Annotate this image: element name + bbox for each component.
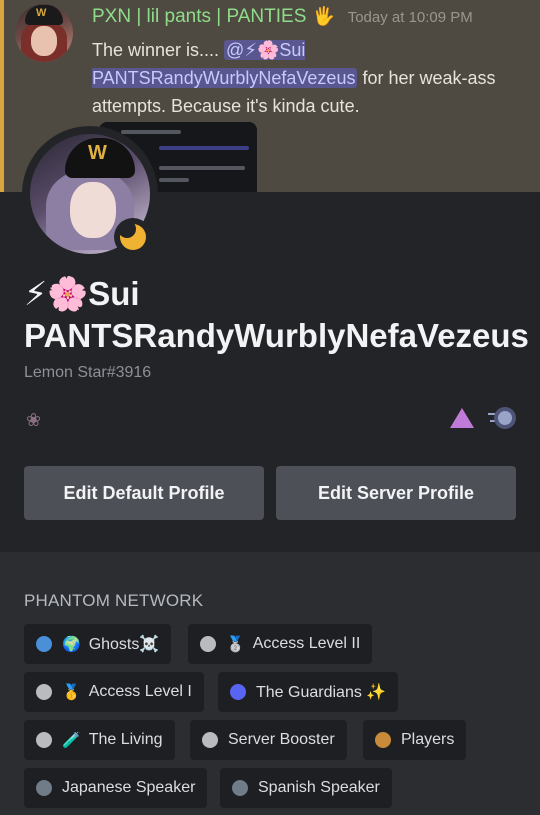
orb xyxy=(494,407,516,429)
role-pill[interactable]: Server Booster xyxy=(190,720,347,760)
cap-logo-icon: W xyxy=(88,142,107,164)
role-color-dot xyxy=(200,636,216,652)
edit-default-profile-button[interactable]: Edit Default Profile xyxy=(24,466,264,520)
idle-status-moon-icon xyxy=(114,218,152,256)
message-content: The winner is.... @⚡🌸Sui PANTSRandyWurbl… xyxy=(92,36,537,120)
role-pill[interactable]: Japanese Speaker xyxy=(24,768,208,808)
role-pill[interactable]: 🥇 Access Level I xyxy=(24,672,204,712)
role-name: Server Booster xyxy=(228,731,335,748)
role-name: The Living xyxy=(88,731,163,748)
role-pill[interactable]: 🌍 Ghosts☠️ xyxy=(24,624,172,664)
wave-hand-icon: 🖐 xyxy=(312,6,336,26)
edit-server-profile-button[interactable]: Edit Server Profile xyxy=(276,466,516,520)
message-timestamp: Today at 10:09 PM xyxy=(347,9,473,26)
preview-line xyxy=(121,130,181,134)
discord-profile-screenshot: W PXN | lil pants | PANTIES 🖐 Today at 1… xyxy=(0,0,540,815)
role-color-dot xyxy=(36,636,52,652)
message-author-avatar[interactable]: W xyxy=(15,4,73,62)
role-pill[interactable]: The Guardians ✨ xyxy=(218,672,399,712)
profile-avatar[interactable]: W xyxy=(22,126,158,262)
role-color-dot xyxy=(232,780,248,796)
preview-line xyxy=(159,178,189,182)
test-tube-icon: 🧪 xyxy=(62,732,81,749)
role-pill[interactable]: 🧪 The Living xyxy=(24,720,175,760)
role-name: The Guardians ✨ xyxy=(256,684,387,701)
silver-medal-icon: 🥈 xyxy=(226,636,245,653)
role-pill[interactable]: Players xyxy=(363,720,467,760)
avatar-face xyxy=(70,182,116,238)
moon-cutout xyxy=(118,220,136,238)
role-pill[interactable]: 🥈 Access Level II xyxy=(188,624,373,664)
profile-display-name: ⚡🌸Sui PANTSRandyWurblyNefaVezeus xyxy=(24,275,529,354)
role-pill[interactable]: Spanish Speaker xyxy=(220,768,392,808)
role-color-dot xyxy=(230,684,246,700)
gold-medal-icon: 🥇 xyxy=(62,684,81,701)
role-name: Japanese Speaker xyxy=(62,779,196,796)
hypesquad-triangle-icon[interactable] xyxy=(450,408,474,428)
avatar-face xyxy=(31,26,57,56)
role-color-dot xyxy=(36,780,52,796)
server-boost-orb-icon[interactable] xyxy=(488,407,516,429)
message-author-name[interactable]: PXN | lil pants | PANTIES xyxy=(92,6,306,27)
nitro-flower-icon[interactable]: ❀ xyxy=(26,410,41,431)
role-name: Spanish Speaker xyxy=(258,779,380,796)
cap-logo-icon: W xyxy=(36,7,47,19)
role-color-dot xyxy=(36,684,52,700)
globe-icon: 🌍 xyxy=(62,636,81,653)
preview-line xyxy=(159,146,249,150)
preview-line xyxy=(159,166,245,170)
role-color-dot xyxy=(375,732,391,748)
role-color-dot xyxy=(202,732,218,748)
role-color-dot xyxy=(36,732,52,748)
roles-section-title: PHANTOM NETWORK xyxy=(24,591,204,610)
message-header: PXN | lil pants | PANTIES 🖐 Today at 10:… xyxy=(92,6,473,34)
role-name: Players xyxy=(401,731,455,748)
profile-username: Lemon Star#3916 xyxy=(24,364,152,381)
message-text-prefix: The winner is.... xyxy=(92,40,225,60)
role-name: Access Level I xyxy=(88,683,192,700)
role-name: Ghosts☠️ xyxy=(88,636,160,653)
role-name: Access Level II xyxy=(252,635,361,652)
